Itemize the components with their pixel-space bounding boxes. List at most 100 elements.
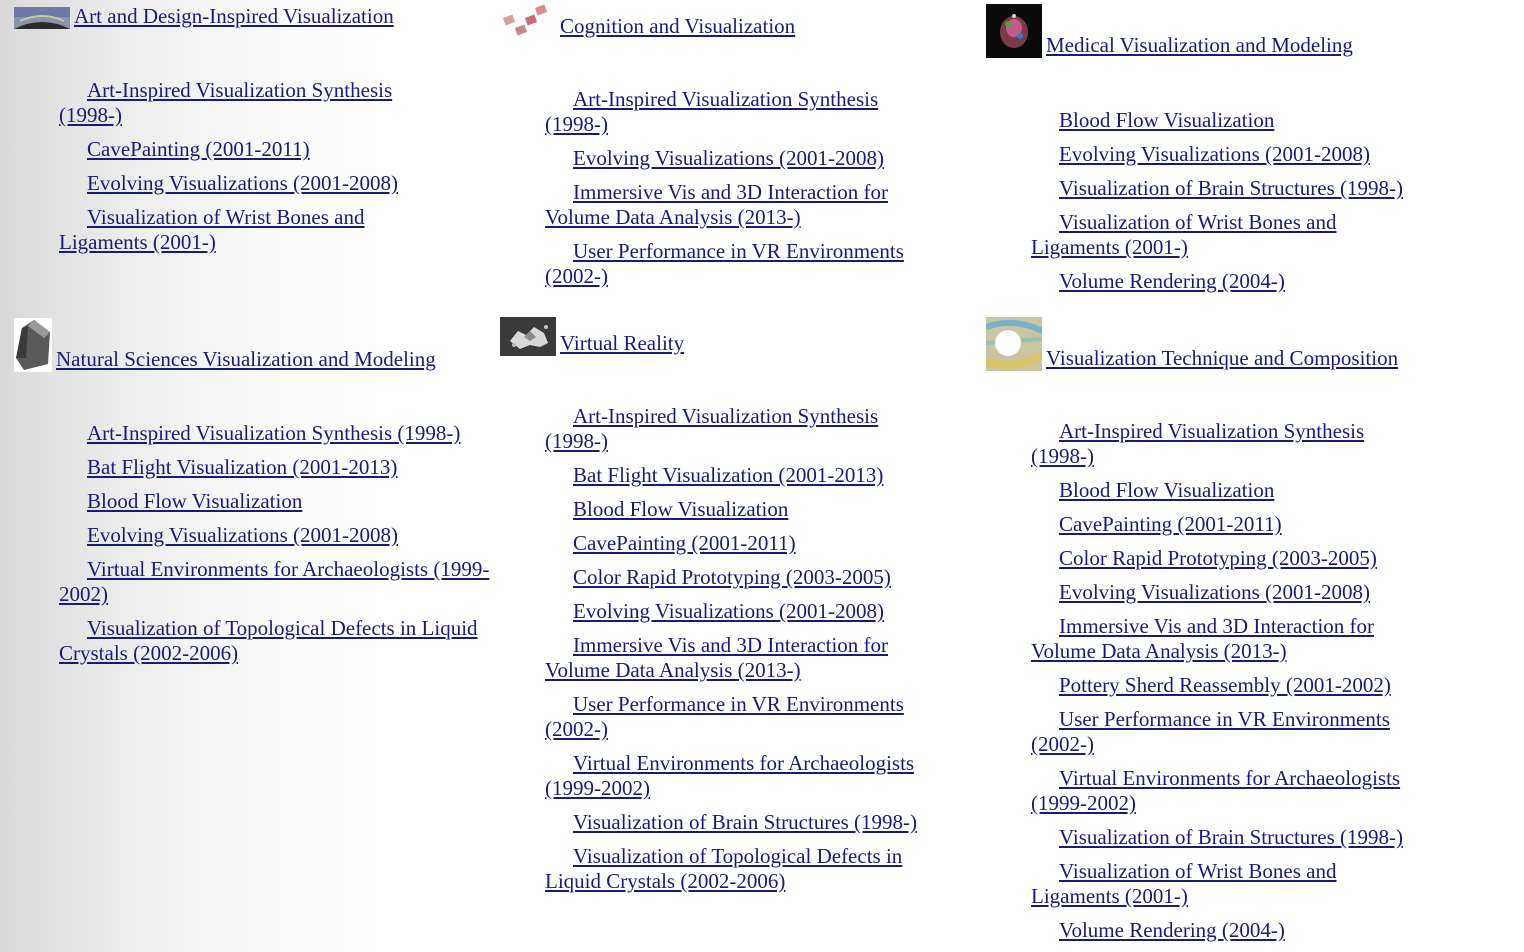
list-item: Immersive Vis and 3D Interaction for Vol… (545, 633, 940, 683)
section-title-link[interactable]: Virtual Reality (560, 331, 684, 355)
technique-thumbnail-icon[interactable] (986, 317, 1042, 371)
section-heading: Art and Design-Inspired Visualization (14, 4, 454, 29)
list-item: Virtual Environments for Archaeologists … (1031, 766, 1426, 816)
project-list: Art-Inspired Visualization Synthesis (19… (545, 87, 940, 289)
project-list: Art-Inspired Visualization Synthesis (19… (1031, 419, 1426, 943)
list-item: Art-Inspired Visualization Synthesis (19… (59, 421, 494, 446)
list-item: Virtual Environments for Archaeologists … (59, 557, 494, 607)
project-link[interactable]: Immersive Vis and 3D Interaction for Vol… (545, 180, 888, 229)
project-link[interactable]: Evolving Visualizations (2001-2008) (573, 599, 884, 623)
list-item: Art-Inspired Visualization Synthesis (19… (59, 78, 454, 128)
project-link[interactable]: Evolving Visualizations (2001-2008) (573, 146, 884, 170)
project-link[interactable]: Blood Flow Visualization (87, 489, 302, 513)
natural-sciences-thumbnail-icon[interactable] (14, 318, 52, 372)
project-link[interactable]: Visualization of Wrist Bones and Ligamen… (1031, 210, 1336, 259)
list-item: User Performance in VR Environments (200… (1031, 707, 1426, 757)
project-link[interactable]: Blood Flow Visualization (1059, 478, 1274, 502)
project-link[interactable]: Bat Flight Visualization (2001-2013) (573, 463, 883, 487)
list-item: Visualization of Topological Defects in … (545, 844, 940, 894)
project-link[interactable]: User Performance in VR Environments (200… (1031, 707, 1390, 756)
project-link[interactable]: Visualization of Brain Structures (1998-… (1059, 825, 1403, 849)
section-art-design: Art and Design-Inspired Visualization Ar… (14, 4, 454, 264)
section-title-link[interactable]: Natural Sciences Visualization and Model… (56, 347, 436, 371)
list-item: Visualization of Topological Defects in … (59, 616, 494, 666)
virtual-reality-thumbnail-icon[interactable] (500, 317, 556, 356)
list-item: Art-Inspired Visualization Synthesis (19… (545, 404, 940, 454)
cognition-thumbnail-icon[interactable] (500, 4, 556, 39)
project-link[interactable]: Color Rapid Prototyping (2003-2005) (573, 565, 891, 589)
project-link[interactable]: Art-Inspired Visualization Synthesis (19… (87, 421, 460, 445)
project-link[interactable]: Visualization of Topological Defects in … (59, 616, 478, 665)
project-link[interactable]: CavePainting (2001-2011) (87, 137, 310, 161)
project-link[interactable]: User Performance in VR Environments (200… (545, 692, 904, 741)
project-link[interactable]: Visualization of Wrist Bones and Ligamen… (59, 205, 364, 254)
project-link[interactable]: Art-Inspired Visualization Synthesis (19… (545, 87, 878, 136)
project-link[interactable]: Visualization of Brain Structures (1998-… (573, 810, 917, 834)
project-link[interactable]: Virtual Environments for Archaeologists … (545, 751, 914, 800)
project-link[interactable]: CavePainting (2001-2011) (573, 531, 796, 555)
project-link[interactable]: Color Rapid Prototyping (2003-2005) (1059, 546, 1377, 570)
project-link[interactable]: Art-Inspired Visualization Synthesis (19… (59, 78, 392, 127)
project-list: Blood Flow Visualization Evolving Visual… (1031, 108, 1426, 294)
project-link[interactable]: Evolving Visualizations (2001-2008) (1059, 580, 1370, 604)
project-link[interactable]: Immersive Vis and 3D Interaction for Vol… (545, 633, 888, 682)
section-heading: Cognition and Visualization (500, 4, 940, 39)
project-link[interactable]: User Performance in VR Environments (200… (545, 239, 904, 288)
project-link[interactable]: Volume Rendering (2004-) (1059, 269, 1285, 293)
project-link[interactable]: Evolving Visualizations (2001-2008) (87, 171, 398, 195)
art-thumbnail-icon[interactable] (14, 7, 70, 29)
list-item: Immersive Vis and 3D Interaction for Vol… (1031, 614, 1426, 664)
section-natural-sciences: Natural Sciences Visualization and Model… (14, 318, 494, 675)
list-item: Evolving Visualizations (2001-2008) (1031, 580, 1426, 605)
project-link[interactable]: Visualization of Topological Defects in … (545, 844, 902, 893)
list-item: Visualization of Brain Structures (1998-… (1031, 825, 1426, 850)
project-link[interactable]: Art-Inspired Visualization Synthesis (19… (1031, 419, 1364, 468)
list-item: Immersive Vis and 3D Interaction for Vol… (545, 180, 940, 230)
list-item: Color Rapid Prototyping (2003-2005) (545, 565, 940, 590)
list-item: Blood Flow Visualization (59, 489, 494, 514)
list-item: Art-Inspired Visualization Synthesis (19… (545, 87, 940, 137)
list-item: Evolving Visualizations (2001-2008) (59, 171, 454, 196)
project-link[interactable]: Art-Inspired Visualization Synthesis (19… (545, 404, 878, 453)
list-item: Pottery Sherd Reassembly (2001-2002) (1031, 673, 1426, 698)
list-item: Evolving Visualizations (2001-2008) (545, 146, 940, 171)
list-item: Visualization of Wrist Bones and Ligamen… (59, 205, 454, 255)
project-list: Art-Inspired Visualization Synthesis (19… (545, 404, 940, 894)
project-link[interactable]: Blood Flow Visualization (1059, 108, 1274, 132)
section-heading: Visualization Technique and Composition (986, 317, 1426, 371)
list-item: Volume Rendering (2004-) (1031, 918, 1426, 943)
project-link[interactable]: Evolving Visualizations (2001-2008) (87, 523, 398, 547)
list-item: Color Rapid Prototyping (2003-2005) (1031, 546, 1426, 571)
project-link[interactable]: Virtual Environments for Archaeologists … (1031, 766, 1400, 815)
section-medical: Medical Visualization and Modeling Blood… (986, 4, 1426, 303)
list-item: Volume Rendering (2004-) (1031, 269, 1426, 294)
project-link[interactable]: Virtual Environments for Archaeologists … (59, 557, 489, 606)
project-list: Art-Inspired Visualization Synthesis (19… (59, 421, 494, 666)
section-heading: Medical Visualization and Modeling (986, 4, 1426, 58)
section-title-link[interactable]: Art and Design-Inspired Visualization (74, 4, 394, 28)
project-link[interactable]: Blood Flow Visualization (573, 497, 788, 521)
list-item: CavePainting (2001-2011) (59, 137, 454, 162)
section-title-link[interactable]: Medical Visualization and Modeling (1046, 33, 1353, 57)
project-link[interactable]: Pottery Sherd Reassembly (2001-2002) (1059, 673, 1391, 697)
list-item: User Performance in VR Environments (200… (545, 692, 940, 742)
project-link[interactable]: Evolving Visualizations (2001-2008) (1059, 142, 1370, 166)
list-item: Evolving Visualizations (2001-2008) (545, 599, 940, 624)
section-heading: Virtual Reality (500, 317, 940, 356)
project-link[interactable]: Bat Flight Visualization (2001-2013) (87, 455, 397, 479)
project-link[interactable]: CavePainting (2001-2011) (1059, 512, 1282, 536)
list-item: Blood Flow Visualization (545, 497, 940, 522)
section-title-link[interactable]: Visualization Technique and Composition (1046, 346, 1398, 370)
list-item: Blood Flow Visualization (1031, 478, 1426, 503)
section-cognition: Cognition and Visualization Art-Inspired… (500, 4, 940, 298)
list-item: Bat Flight Visualization (2001-2013) (59, 455, 494, 480)
list-item: Visualization of Wrist Bones and Ligamen… (1031, 859, 1426, 909)
project-list: Art-Inspired Visualization Synthesis (19… (59, 78, 454, 255)
medical-thumbnail-icon[interactable] (986, 4, 1042, 58)
project-link[interactable]: Volume Rendering (2004-) (1059, 918, 1285, 942)
section-heading: Natural Sciences Visualization and Model… (14, 318, 494, 372)
section-title-link[interactable]: Cognition and Visualization (560, 14, 795, 38)
project-link[interactable]: Visualization of Brain Structures (1998-… (1059, 176, 1403, 200)
project-link[interactable]: Visualization of Wrist Bones and Ligamen… (1031, 859, 1336, 908)
project-link[interactable]: Immersive Vis and 3D Interaction for Vol… (1031, 614, 1374, 663)
